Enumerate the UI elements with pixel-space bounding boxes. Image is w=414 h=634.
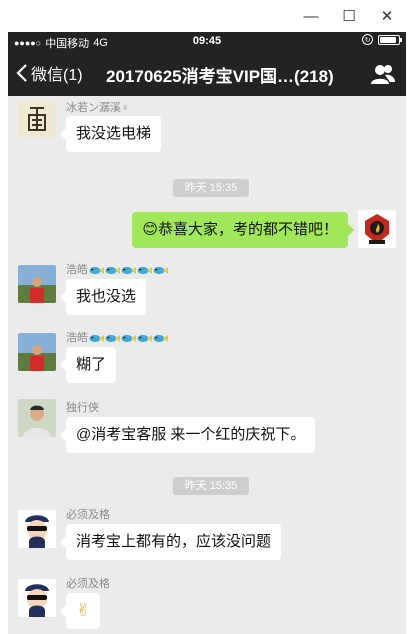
- orientation-lock-icon: ↻: [362, 34, 373, 45]
- message-bubble[interactable]: 我没选电梯: [59, 116, 162, 152]
- battery-level: [380, 36, 396, 43]
- sender-name: 必须及格: [66, 509, 110, 521]
- timestamp-divider: 昨天 15:35: [173, 179, 249, 197]
- message-text: 我没选电梯: [76, 125, 152, 142]
- sender-name: 浩皓: [66, 329, 168, 345]
- minimize-button[interactable]: —: [298, 4, 324, 28]
- message-bubble[interactable]: 消考宝上都有的，应该没问题: [59, 524, 282, 560]
- victory-hand-emoji-icon: ✌: [76, 601, 91, 620]
- close-button[interactable]: ✕: [374, 4, 400, 28]
- firefighter-badge-icon: [358, 210, 396, 248]
- message-text: @消考宝客服 来一个红的庆祝下。: [76, 426, 306, 443]
- cartoon-police-avatar[interactable]: [18, 510, 56, 548]
- sender-name: 独行侠: [66, 402, 99, 414]
- photo-avatar[interactable]: [18, 265, 56, 303]
- fish-emoji-icon: [105, 266, 120, 274]
- fish-emoji-icon: [121, 266, 136, 274]
- battery-icon: [378, 34, 402, 45]
- back-button[interactable]: 微信(1): [16, 61, 83, 85]
- person-photo-icon: [18, 265, 56, 303]
- message-text: 恭喜大家，考的都不错吧！: [157, 221, 338, 238]
- phone-screen: ●●●●○ 中国移动 4G 09:45 ↻ 微信(1) 20170625消考宝V…: [8, 32, 406, 634]
- status-time: 09:45: [192, 35, 222, 47]
- message-bubble[interactable]: @消考宝客服 来一个红的庆祝下。: [59, 417, 316, 453]
- portrait-avatar[interactable]: [18, 399, 56, 437]
- fish-emoji-icon: [137, 334, 152, 342]
- fish-emoji-icon: [153, 266, 168, 274]
- cartoon-police-icon: [18, 579, 56, 617]
- person-portrait-icon: [18, 399, 56, 437]
- firefighter-logo-avatar[interactable]: [358, 210, 396, 248]
- message-text: 糊了: [76, 356, 107, 373]
- message-bubble[interactable]: ✌: [59, 593, 101, 629]
- minimize-icon: —: [303, 7, 319, 25]
- message-text: 消考宝上都有的，应该没问题: [76, 533, 272, 550]
- close-icon: ✕: [380, 8, 394, 25]
- fish-emoji-icon: [137, 266, 152, 274]
- back-label: 微信(1): [31, 67, 83, 84]
- group-members-icon: [371, 65, 395, 84]
- fish-emoji-icon: [89, 266, 104, 274]
- fish-emoji-icon: [105, 334, 120, 342]
- photo-avatar[interactable]: [18, 333, 56, 371]
- fish-emoji-icon: [89, 334, 104, 342]
- maximize-icon: ☐: [342, 8, 356, 25]
- fish-emoji-icon: [153, 334, 168, 342]
- message-bubble[interactable]: 糊了: [59, 347, 117, 383]
- person-photo-icon: [18, 333, 56, 371]
- maximize-button[interactable]: ☐: [336, 4, 362, 28]
- cartoon-police-icon: [18, 510, 56, 548]
- seal-avatar[interactable]: [18, 100, 56, 138]
- sender-name: 浩皓: [66, 261, 168, 277]
- message-bubble[interactable]: 😊恭喜大家，考的都不错吧！: [132, 212, 354, 248]
- seal-icon: [18, 100, 56, 138]
- fish-emoji-row: [88, 264, 168, 276]
- sender-name: 必须及格: [66, 578, 110, 590]
- status-bar: ●●●●○ 中国移动 4G 09:45 ↻: [8, 32, 406, 52]
- chevron-left-icon: [16, 64, 27, 82]
- window-title-bar: — ☐ ✕: [0, 0, 414, 32]
- message-text: 我也没选: [76, 288, 137, 305]
- fish-emoji-row: [88, 332, 168, 344]
- fish-emoji-icon: [121, 334, 136, 342]
- sender-name: 冰若ン潺溪♀: [66, 102, 130, 114]
- cartoon-police-avatar[interactable]: [18, 579, 56, 617]
- message-bubble[interactable]: 我也没选: [59, 279, 147, 315]
- group-members-button[interactable]: [370, 62, 396, 86]
- chat-nav-bar: 微信(1) 20170625消考宝VIP国…(218): [8, 52, 406, 96]
- chat-title: 20170625消考宝VIP国…(218): [106, 67, 334, 86]
- message-list[interactable]: 冰若ン潺溪♀ 我没选电梯 昨天 15:35 😊恭喜大家，考的都不错吧！ 浩皓 我…: [8, 96, 406, 634]
- smile-emoji-icon: 😊: [142, 221, 158, 238]
- timestamp-divider: 昨天 15:35: [173, 477, 249, 495]
